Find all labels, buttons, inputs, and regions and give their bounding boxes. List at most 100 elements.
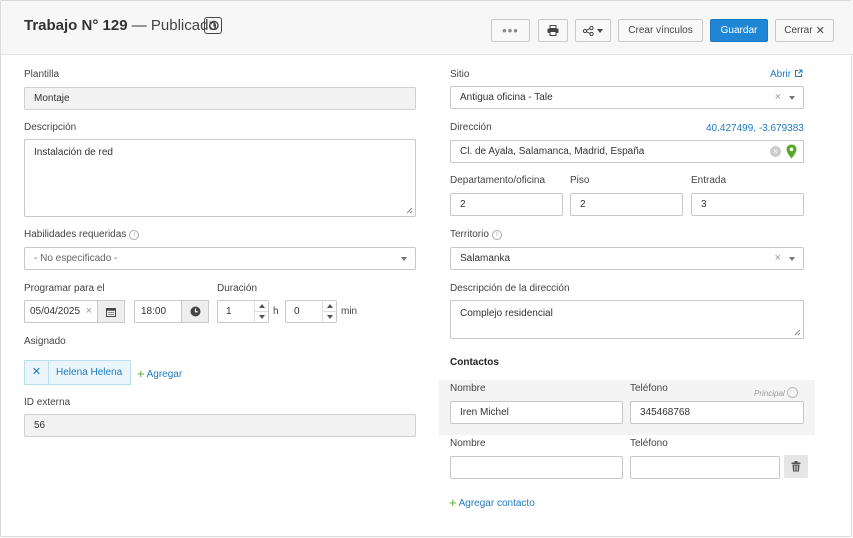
minutes-unit: min: [341, 306, 358, 317]
resize-handle-icon[interactable]: [406, 207, 413, 214]
job-number: Trabajo N° 129: [24, 17, 128, 34]
duration-hours-stepper[interactable]: 1: [217, 300, 269, 323]
map-pin-icon[interactable]: [786, 144, 797, 159]
contact-phone-label: Teléfono: [630, 383, 668, 394]
address-input[interactable]: Cl. de Ayala, Salamanca, Madrid, España …: [450, 140, 804, 163]
stepper-arrows[interactable]: [322, 301, 336, 322]
title-dash: —: [131, 17, 147, 34]
site-select[interactable]: Antigua oficina - Tale ×: [450, 86, 804, 109]
history-icon[interactable]: [204, 17, 222, 34]
skills-select[interactable]: - No especificado -: [24, 247, 416, 270]
contacts-title: Contactos: [450, 357, 499, 368]
principal-label: Principal: [754, 389, 785, 398]
territory-value: Salamanka: [460, 253, 511, 264]
apartment-input[interactable]: 2: [450, 193, 563, 216]
duration-label: Duración: [217, 283, 258, 294]
contact-phone-input[interactable]: [630, 456, 780, 479]
chevron-down-icon: [789, 257, 795, 261]
save-button[interactable]: Guardar: [710, 19, 768, 42]
assignee-name: Helena Helena: [56, 367, 123, 378]
principal-toggle[interactable]: Principal: [754, 387, 798, 398]
description-textarea[interactable]: Instalación de red: [24, 139, 416, 217]
skills-value: - No especificado -: [34, 253, 118, 264]
hours-value: 1: [226, 306, 232, 317]
contact-name-input[interactable]: Iren Michel: [450, 401, 623, 424]
schedule-date-input[interactable]: 05/04/2025 ×: [24, 300, 98, 323]
clear-icon[interactable]: ×: [775, 91, 781, 103]
contact-phone-input[interactable]: 345468768: [630, 401, 804, 424]
clear-icon[interactable]: ×: [775, 252, 781, 264]
info-icon[interactable]: i: [491, 230, 502, 240]
schedule-time-input[interactable]: 18:00: [134, 300, 182, 323]
stepper-arrows[interactable]: [254, 301, 268, 322]
entrance-input[interactable]: 3: [691, 193, 804, 216]
external-id-field: 56: [24, 414, 416, 437]
duration-minutes-stepper[interactable]: 0: [285, 300, 337, 323]
address-value: Cl. de Ayala, Salamanca, Madrid, España: [460, 146, 645, 157]
address-description-text: Complejo residencial: [460, 308, 553, 319]
page-title: Trabajo N° 129 — Publicado: [24, 17, 217, 34]
add-assignee-button[interactable]: + Agregar: [137, 366, 182, 381]
address-description-textarea[interactable]: Complejo residencial: [450, 300, 804, 339]
chevron-down-icon: [401, 257, 407, 261]
open-site-link[interactable]: Abrir: [770, 69, 803, 80]
print-icon: [547, 25, 559, 36]
minutes-value: 0: [294, 306, 300, 317]
add-assignee-label: Agregar: [146, 369, 183, 380]
skills-label: Habilidades requeridas i: [24, 229, 140, 240]
template-label: Plantilla: [24, 69, 60, 80]
share-icon: [583, 25, 594, 36]
plus-icon: +: [449, 495, 457, 510]
calendar-icon: [106, 307, 116, 317]
clear-icon[interactable]: ×: [770, 146, 781, 157]
calendar-button[interactable]: [97, 300, 125, 323]
chevron-down-icon: [789, 96, 795, 100]
coordinates-link[interactable]: 40.427499, -3.679383: [706, 123, 804, 134]
add-contact-button[interactable]: + Agregar contacto: [449, 495, 535, 510]
schedule-date-value: 05/04/2025: [30, 306, 81, 317]
site-value: Antigua oficina - Tale: [460, 92, 553, 103]
share-dropdown-button[interactable]: [575, 19, 611, 42]
print-button[interactable]: [538, 19, 568, 42]
clock-button[interactable]: [181, 300, 209, 323]
assigned-label: Asignado: [24, 336, 66, 347]
clock-icon: [190, 306, 200, 317]
address-description-label: Descripción de la dirección: [450, 283, 570, 294]
resize-handle-icon[interactable]: [794, 329, 801, 336]
contact-phone-label: Teléfono: [630, 438, 668, 449]
clear-icon[interactable]: ×: [86, 305, 92, 317]
plus-icon: +: [137, 366, 145, 381]
delete-contact-button[interactable]: [784, 455, 808, 478]
apartment-label: Departamento/oficina: [450, 175, 546, 186]
remove-assignee-icon[interactable]: ✕: [25, 361, 49, 384]
floor-label: Piso: [570, 175, 590, 186]
description-text: Instalación de red: [34, 147, 113, 158]
close-label: Cerrar: [784, 25, 813, 36]
create-links-button[interactable]: Crear vínculos: [618, 19, 703, 42]
job-form-window: Trabajo N° 129 — Publicado ••• Crear vín…: [0, 0, 853, 537]
description-label: Descripción: [24, 122, 77, 133]
more-options-button[interactable]: •••: [491, 19, 530, 42]
skills-label-text: Habilidades requeridas: [24, 229, 127, 240]
chevron-down-icon: [597, 28, 603, 33]
external-link-icon: [794, 69, 803, 77]
template-field: Montaje: [24, 87, 416, 110]
territory-select[interactable]: Salamanka ×: [450, 247, 804, 270]
header-bar: Trabajo N° 129 — Publicado ••• Crear vín…: [1, 1, 853, 55]
external-id-label: ID externa: [24, 397, 71, 408]
info-icon[interactable]: i: [129, 230, 140, 240]
assignee-chip: ✕ Helena Helena: [24, 360, 131, 385]
open-site-label: Abrir: [770, 69, 792, 80]
radio-icon[interactable]: [786, 387, 798, 398]
trash-icon: [791, 461, 801, 472]
close-icon: ✕: [815, 25, 825, 37]
close-button[interactable]: Cerrar ✕: [775, 19, 834, 42]
floor-input[interactable]: 2: [570, 193, 683, 216]
territory-label-text: Territorio: [450, 229, 489, 240]
contact-name-input[interactable]: [450, 456, 623, 479]
schedule-label: Programar para el: [24, 283, 105, 294]
hours-unit: h: [273, 306, 279, 317]
site-label: Sitio: [450, 69, 470, 80]
contact-name-label: Nombre: [450, 438, 486, 449]
add-contact-label: Agregar contacto: [458, 498, 535, 509]
